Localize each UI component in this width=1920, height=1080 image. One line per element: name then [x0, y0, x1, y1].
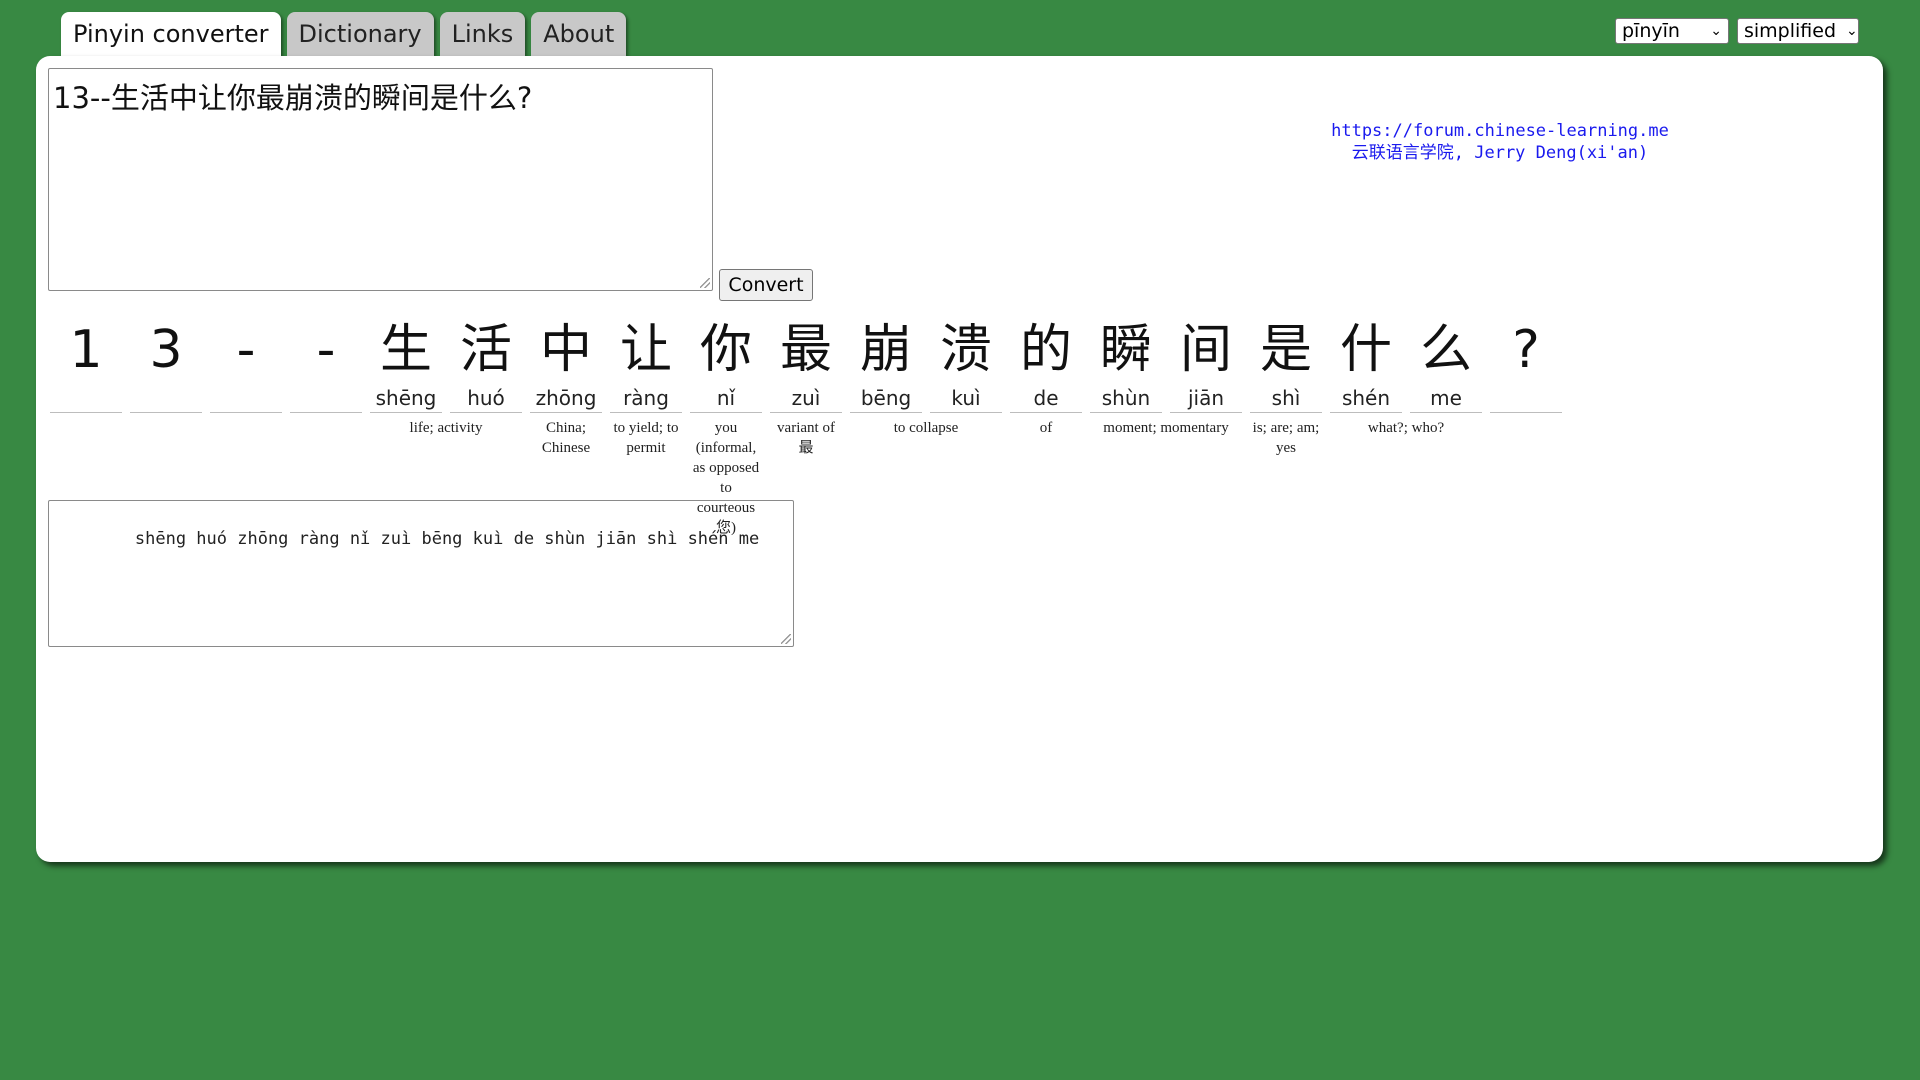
options-bar: pīnyīn ⌄ simplified ⌄ — [1615, 18, 1859, 44]
chinese-input-text: 13--生活中让你最崩溃的瞬间是什么? — [53, 81, 533, 115]
converter-panel: 13--生活中让你最崩溃的瞬间是什么? Convert https://foru… — [36, 56, 1883, 862]
character-cell: - — [290, 316, 362, 413]
character-cell: ? — [1490, 316, 1562, 413]
word-definition: China; Chinese — [541, 420, 591, 456]
romanization-select[interactable]: pīnyīn ⌄ — [1615, 18, 1729, 44]
pinyin-syllable — [290, 384, 362, 413]
character-cell: 让 ràng — [610, 316, 682, 413]
character-cell: 生 shēng — [370, 316, 442, 413]
pinyin-syllable — [130, 384, 202, 413]
hanzi: ? — [1512, 320, 1540, 380]
character-cell: 最 zuì — [770, 316, 842, 413]
hanzi: - — [236, 320, 256, 380]
hanzi: 溃 — [939, 320, 992, 380]
character-cell: 什 shén — [1330, 316, 1402, 413]
tab-bar: Pinyin converter Dictionary Links About — [61, 12, 627, 56]
character-cell: 3 — [130, 316, 202, 413]
word-definition: variant of 最 — [777, 420, 835, 456]
hanzi: - — [316, 320, 336, 380]
pinyin-syllable — [50, 384, 122, 413]
pinyin-syllable: de — [1010, 384, 1082, 413]
pinyin-output-text: shēng huó zhōng ràng nǐ zuì bēng kuì de … — [93, 529, 760, 549]
word-definition: life; activity — [409, 420, 483, 436]
character-cell: 活 huó — [450, 316, 522, 413]
convert-button[interactable]: Convert — [719, 269, 813, 301]
pinyin-syllable: me — [1410, 384, 1482, 413]
hanzi: 1 — [69, 320, 103, 380]
credits-author: 云联语言学院, Jerry Deng(xi'an) — [1351, 143, 1649, 163]
pinyin-syllable: shén — [1330, 384, 1402, 413]
word-definition: to yield; to permit — [613, 420, 679, 456]
word-definition: what?; who? — [1367, 420, 1445, 436]
tab-dictionary[interactable]: Dictionary — [286, 12, 434, 56]
hanzi: 生 — [379, 320, 432, 380]
character-cell: 么 me — [1410, 316, 1482, 413]
character-cell: - — [210, 316, 282, 413]
resize-grip-icon[interactable] — [781, 634, 791, 644]
pinyin-syllable: shùn — [1090, 384, 1162, 413]
tab-links[interactable]: Links — [439, 12, 526, 56]
character-cell: 中 zhōng — [530, 316, 602, 413]
hanzi: 间 — [1179, 320, 1232, 380]
word-definition: moment; momentary — [1103, 420, 1229, 436]
pinyin-syllable: bēng — [850, 384, 922, 413]
hanzi: 崩 — [859, 320, 912, 380]
hanzi: 3 — [149, 320, 183, 380]
character-cell: 是 shì — [1250, 316, 1322, 413]
character-cell: 崩 bēng — [850, 316, 922, 413]
word-definition: of — [1039, 420, 1053, 436]
hanzi: 活 — [459, 320, 512, 380]
chinese-input[interactable]: 13--生活中让你最崩溃的瞬间是什么? — [48, 68, 713, 291]
character-cell: 溃 kuì — [930, 316, 1002, 413]
pinyin-output[interactable]: shēng huó zhōng ràng nǐ zuì bēng kuì de … — [48, 500, 794, 647]
tab-pinyin-converter[interactable]: Pinyin converter — [61, 12, 281, 56]
hanzi: 是 — [1259, 320, 1312, 380]
resize-grip-icon[interactable] — [700, 278, 710, 288]
romanization-select-value: pīnyīn — [1622, 20, 1680, 42]
character-cell: 间 jiān — [1170, 316, 1242, 413]
pinyin-syllable: jiān — [1170, 384, 1242, 413]
pinyin-syllable: zuì — [770, 384, 842, 413]
pinyin-syllable: shì — [1250, 384, 1322, 413]
tab-about[interactable]: About — [531, 12, 627, 56]
script-select-value: simplified — [1744, 20, 1837, 42]
hanzi: 的 — [1019, 320, 1072, 380]
word-definition: is; are; am; yes — [1252, 420, 1320, 456]
character-cell: 你 nǐ — [690, 316, 762, 413]
character-cell: 1 — [50, 316, 122, 413]
pinyin-syllable: huó — [450, 384, 522, 413]
character-cell: 的 de — [1010, 316, 1082, 413]
character-cell: 瞬 shùn — [1090, 316, 1162, 413]
script-select[interactable]: simplified ⌄ — [1737, 18, 1859, 44]
chevron-down-icon: ⌄ — [1710, 23, 1722, 39]
credits: https://forum.chinese-learning.me 云联语言学院… — [1270, 120, 1730, 164]
hanzi: 么 — [1419, 320, 1472, 380]
hanzi: 中 — [539, 320, 592, 380]
pinyin-syllable: kuì — [930, 384, 1002, 413]
hanzi: 瞬 — [1099, 320, 1152, 380]
pinyin-syllable: ràng — [610, 384, 682, 413]
hanzi: 最 — [779, 320, 832, 380]
pinyin-syllable — [1490, 384, 1562, 413]
chevron-down-icon: ⌄ — [1846, 23, 1858, 39]
forum-link[interactable]: https://forum.chinese-learning.me — [1331, 121, 1669, 141]
pinyin-syllable: zhōng — [530, 384, 602, 413]
pinyin-syllable — [210, 384, 282, 413]
hanzi: 你 — [699, 320, 752, 380]
word-definition: to collapse — [893, 420, 959, 436]
pinyin-syllable: shēng — [370, 384, 442, 413]
hanzi: 什 — [1339, 320, 1392, 380]
hanzi: 让 — [619, 320, 672, 380]
pinyin-syllable: nǐ — [690, 384, 762, 413]
